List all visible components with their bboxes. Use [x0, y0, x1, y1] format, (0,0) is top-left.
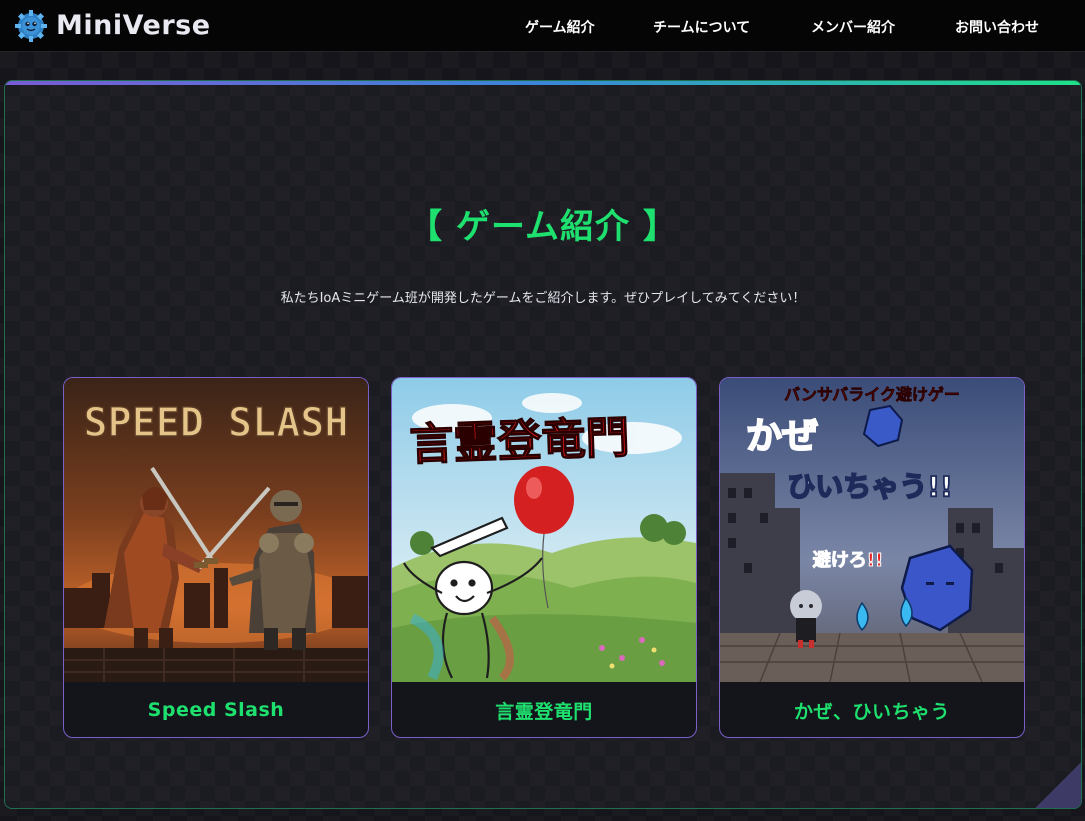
kotodama-logo-text: 言霊登竜門 [409, 412, 631, 471]
game-title: Speed Slash [147, 699, 285, 721]
section-title: 【 ゲーム紹介 】 [408, 207, 678, 247]
kaze-hiichau-thumbnail: バンサバライク避けゲー かぜ ひいちゃう!! 避けろ!! [720, 378, 1024, 682]
nav-item-members[interactable]: メンバー紹介 [811, 17, 895, 37]
nav-item-team[interactable]: チームについて [653, 17, 750, 37]
speed-slash-logo-text: SPEED SLASH [84, 400, 349, 446]
logo-text: MiniVerse [56, 10, 211, 41]
dodge-text: 避けろ!! [813, 549, 883, 571]
panel-gradient-border [5, 81, 1081, 85]
games-section: 【 ゲーム紹介 】 私たちIoAミニゲーム班が開発したゲームをご紹介します。ぜひ… [4, 80, 1082, 809]
kaze-subtitle-text: バンサバライク避けゲー [784, 385, 960, 404]
nav-item-contact[interactable]: お問い合わせ [955, 17, 1039, 37]
speed-slash-thumbnail: SPEED SLASH [64, 378, 368, 682]
game-title: 言霊登竜門 [495, 700, 593, 723]
section-description: 私たちIoAミニゲーム班が開発したゲームをご紹介します。ぜひプレイしてみてくださ… [280, 291, 806, 306]
top-header: MiniVerse ゲーム紹介 チームについて メンバー紹介 お問い合わせ [0, 0, 1085, 52]
game-card-kotodama[interactable]: 言霊登竜門 言霊登竜門 [391, 377, 697, 738]
hiichau-title-text: ひいちゃう!! [787, 470, 953, 503]
game-title: かぜ、ひいちゃう [793, 700, 950, 723]
nav-item-games[interactable]: ゲーム紹介 [525, 17, 595, 37]
blue-gear-creature-icon [15, 9, 47, 42]
kaze-title-text: かぜ [746, 416, 818, 457]
game-card-speed-slash[interactable]: SPEED SLASH Speed Slash [63, 377, 369, 738]
game-card-kaze-hiichau[interactable]: バンサバライク避けゲー かぜ ひいちゃう!! 避けろ!! かぜ、ひいちゃう [719, 377, 1025, 738]
kotodama-thumbnail: 言霊登竜門 [392, 378, 696, 682]
site-logo[interactable]: MiniVerse [14, 0, 211, 52]
panel-corner-decoration [1035, 762, 1081, 808]
